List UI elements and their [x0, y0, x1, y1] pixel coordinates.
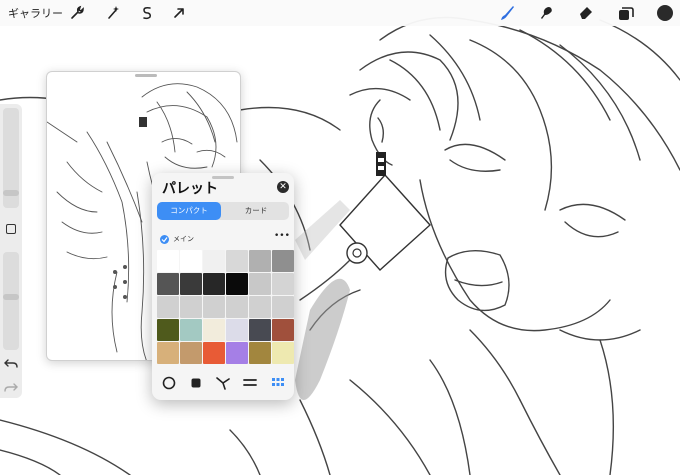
- color-swatch[interactable]: [157, 250, 179, 272]
- color-swatch[interactable]: [249, 273, 271, 295]
- square-modify-icon[interactable]: [6, 224, 16, 234]
- close-icon[interactable]: ✕: [277, 181, 289, 193]
- more-options-icon[interactable]: •••: [274, 231, 290, 241]
- color-swatch[interactable]: [203, 273, 225, 295]
- color-swatch[interactable]: [272, 250, 294, 272]
- color-swatch[interactable]: [203, 319, 225, 341]
- eraser-icon[interactable]: [577, 4, 595, 22]
- color-swatch[interactable]: [249, 250, 271, 272]
- layers-icon[interactable]: [617, 4, 635, 22]
- sliders-icon[interactable]: [241, 374, 259, 392]
- grid-icon[interactable]: [269, 374, 287, 392]
- brush-size-slider[interactable]: [3, 108, 19, 208]
- color-swatch[interactable]: [157, 296, 179, 318]
- wrench-icon[interactable]: [68, 4, 86, 22]
- color-swatch[interactable]: [203, 250, 225, 272]
- color-swatch[interactable]: [203, 296, 225, 318]
- color-swatch[interactable]: [157, 273, 179, 295]
- redo-icon[interactable]: [4, 380, 18, 394]
- magic-wand-icon[interactable]: [104, 4, 122, 22]
- harmony-icon[interactable]: [214, 374, 232, 392]
- color-swatch[interactable]: [249, 296, 271, 318]
- opacity-slider[interactable]: [3, 252, 19, 350]
- tab-card[interactable]: カード: [223, 202, 289, 220]
- selection-icon[interactable]: [138, 4, 156, 22]
- top-toolbar: ギャラリー: [0, 0, 680, 26]
- brush-icon[interactable]: [498, 4, 516, 22]
- square-icon[interactable]: [187, 374, 205, 392]
- color-swatch[interactable]: [226, 319, 248, 341]
- color-swatch[interactable]: [249, 342, 271, 364]
- reference-window-grabber[interactable]: [135, 74, 157, 77]
- checkmark-icon[interactable]: [160, 235, 169, 244]
- color-swatch[interactable]: [272, 296, 294, 318]
- color-swatch[interactable]: [226, 296, 248, 318]
- color-swatch[interactable]: [249, 319, 271, 341]
- opacity-slider-knob[interactable]: [3, 294, 19, 300]
- color-swatch[interactable]: [157, 319, 179, 341]
- brush-size-slider-knob[interactable]: [3, 190, 19, 196]
- palette-bottom-toolbar: [152, 368, 294, 400]
- color-swatch[interactable]: [226, 250, 248, 272]
- palette-view-switch: コンパクト カード: [157, 202, 289, 220]
- smudge-icon[interactable]: [537, 4, 555, 22]
- palette-title: パレット: [162, 181, 218, 197]
- palette-panel: パレット ✕ コンパクト カード メイン •••: [152, 173, 294, 400]
- left-sidebar: [0, 104, 22, 398]
- color-swatch[interactable]: [180, 273, 202, 295]
- transform-arrow-icon[interactable]: [170, 4, 188, 22]
- color-swatch[interactable]: [272, 273, 294, 295]
- color-circle-icon[interactable]: [656, 4, 674, 22]
- gallery-button[interactable]: ギャラリー: [8, 5, 63, 21]
- color-swatch[interactable]: [180, 296, 202, 318]
- color-swatch[interactable]: [180, 342, 202, 364]
- tab-compact[interactable]: コンパクト: [157, 202, 221, 220]
- color-swatch[interactable]: [203, 342, 225, 364]
- color-swatch[interactable]: [226, 273, 248, 295]
- color-swatch[interactable]: [272, 342, 294, 364]
- color-swatch[interactable]: [157, 342, 179, 364]
- color-swatch[interactable]: [226, 342, 248, 364]
- color-swatch[interactable]: [272, 319, 294, 341]
- undo-icon[interactable]: [4, 356, 18, 370]
- color-swatch[interactable]: [180, 319, 202, 341]
- palette-name: メイン: [173, 235, 194, 243]
- swatch-grid: [157, 250, 294, 366]
- color-swatch[interactable]: [180, 250, 202, 272]
- circle-icon[interactable]: [160, 374, 178, 392]
